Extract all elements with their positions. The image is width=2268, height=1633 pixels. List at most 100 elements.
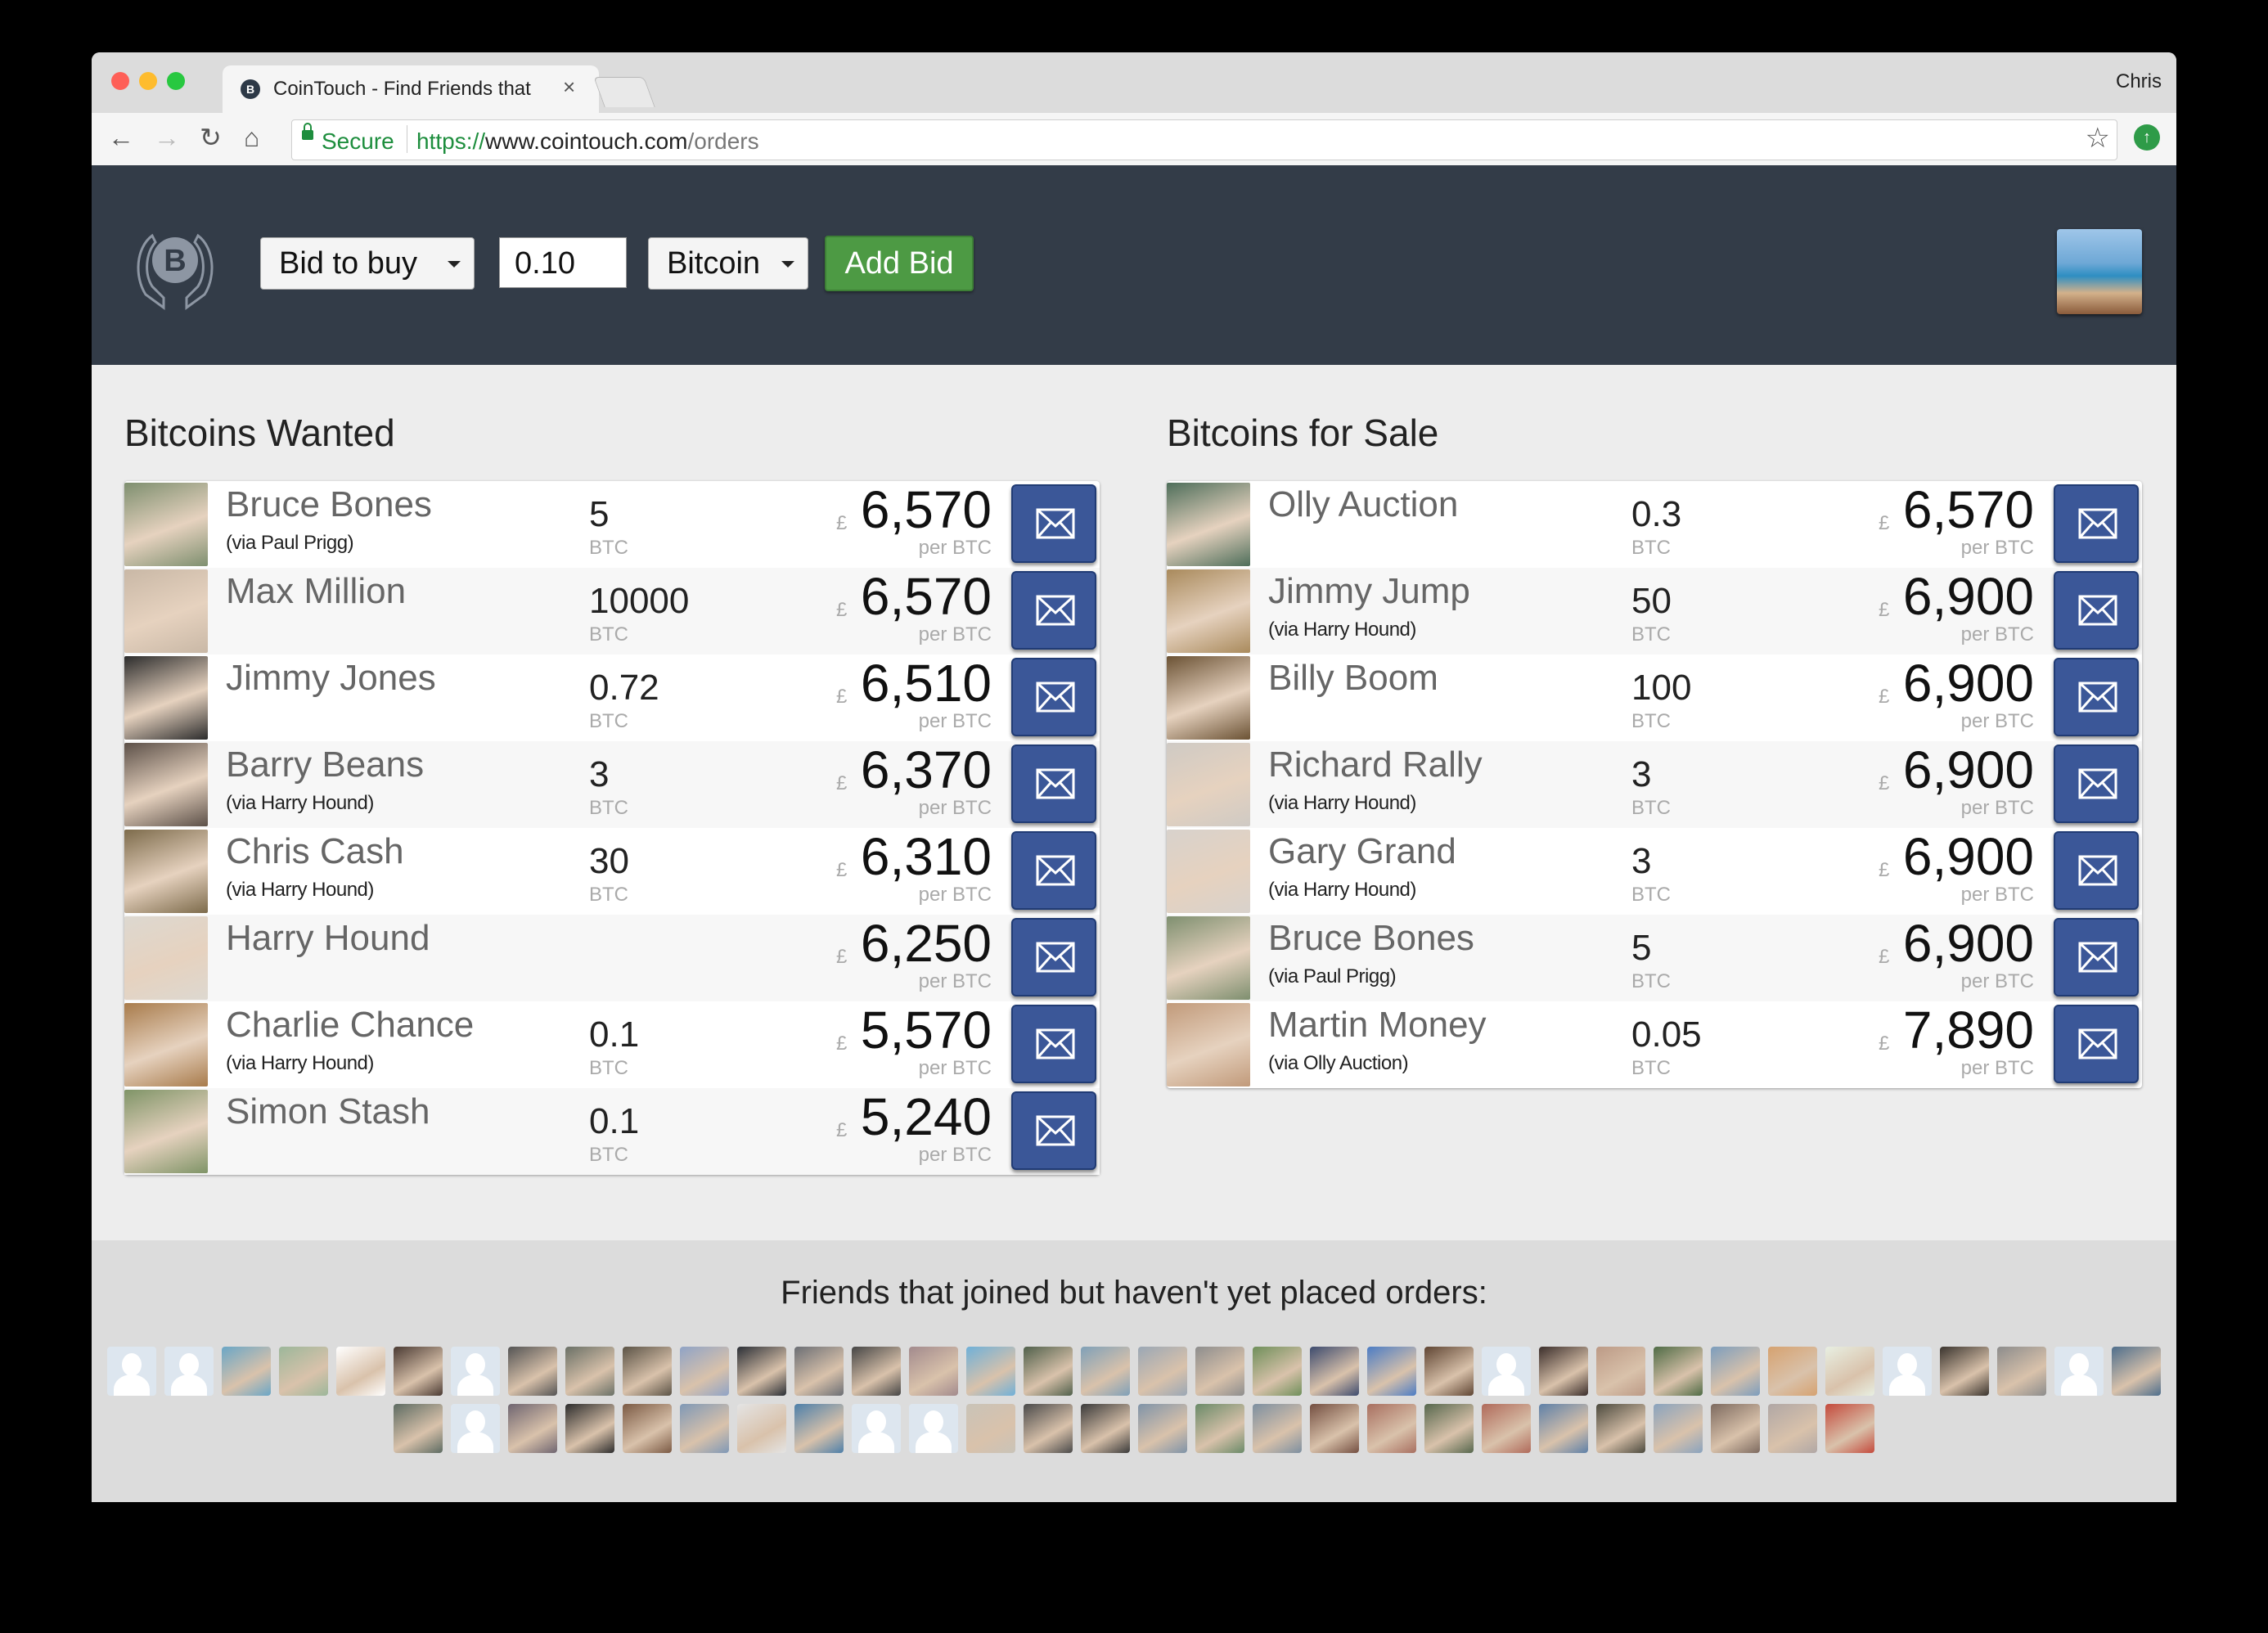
message-button[interactable] [2054,484,2139,563]
friend-avatar[interactable] [1711,1347,1760,1396]
friend-avatar[interactable] [1539,1347,1588,1396]
message-button[interactable] [2054,1005,2139,1083]
user-photo[interactable] [124,656,208,740]
message-button[interactable] [2054,918,2139,996]
friend-avatar[interactable] [966,1347,1015,1396]
message-button[interactable] [1011,658,1096,736]
friend-avatar[interactable] [1482,1347,1531,1396]
user-photo[interactable] [1167,916,1250,1000]
address-bar[interactable]: Secure https://www.cointouch.com/orders … [291,119,2117,160]
friend-avatar[interactable] [1654,1404,1703,1453]
window-maximize-button[interactable] [167,72,185,90]
user-photo[interactable] [124,830,208,913]
user-photo[interactable] [1167,830,1250,913]
forward-arrow-icon[interactable]: → [154,123,180,152]
friend-avatar[interactable] [451,1404,500,1453]
profile-name[interactable]: Chris [2116,70,2162,93]
friend-avatar[interactable] [1654,1347,1703,1396]
friend-avatar[interactable] [909,1404,958,1453]
message-button[interactable] [2054,745,2139,823]
message-button[interactable] [1011,918,1096,996]
friend-avatar[interactable] [1310,1347,1359,1396]
friend-avatar[interactable] [1768,1347,1817,1396]
friend-avatar[interactable] [2112,1347,2161,1396]
home-icon[interactable]: ⌂ [244,123,259,152]
friend-avatar[interactable] [508,1347,557,1396]
user-photo[interactable] [124,569,208,653]
extension-icon[interactable]: ↑ [2134,124,2160,151]
trader-name[interactable]: Jimmy Jones [226,658,436,699]
user-photo[interactable] [124,743,208,826]
friend-avatar[interactable] [623,1404,672,1453]
url-text[interactable]: https://www.cointouch.com/orders [416,128,759,155]
bid-type-select[interactable]: Bid to buy [260,237,475,290]
user-photo[interactable] [124,1003,208,1086]
trader-name[interactable]: Bruce Bones [1268,918,1474,959]
friend-avatar[interactable] [451,1347,500,1396]
trader-name[interactable]: Charlie Chance [226,1005,474,1046]
trader-name[interactable]: Chris Cash [226,831,404,872]
friend-avatar[interactable] [1596,1404,1645,1453]
bookmark-star-icon[interactable]: ☆ [2086,122,2110,155]
friend-avatar[interactable] [1482,1404,1531,1453]
amount-input[interactable]: 0.10 [499,237,627,288]
browser-tab[interactable]: B CoinTouch - Find Friends that × [223,65,599,113]
friend-avatar[interactable] [1883,1347,1932,1396]
friend-avatar[interactable] [737,1404,786,1453]
friend-avatar[interactable] [222,1347,271,1396]
trader-name[interactable]: Gary Grand [1268,831,1456,872]
friend-avatar[interactable] [1195,1347,1244,1396]
message-button[interactable] [1011,571,1096,650]
message-button[interactable] [1011,745,1096,823]
message-button[interactable] [2054,571,2139,650]
friend-avatar[interactable] [508,1404,557,1453]
trader-name[interactable]: Richard Rally [1268,745,1483,785]
trader-name[interactable]: Olly Auction [1268,484,1458,525]
message-button[interactable] [1011,831,1096,910]
user-photo[interactable] [1167,743,1250,826]
friend-avatar[interactable] [1768,1404,1817,1453]
friend-avatar[interactable] [680,1404,729,1453]
friend-avatar[interactable] [107,1347,156,1396]
friend-avatar[interactable] [1997,1347,2046,1396]
new-tab-button[interactable] [593,77,655,107]
friend-avatar[interactable] [794,1347,844,1396]
friend-avatar[interactable] [1367,1347,1416,1396]
friend-avatar[interactable] [565,1404,614,1453]
trader-name[interactable]: Harry Hound [226,918,430,959]
trader-name[interactable]: Barry Beans [226,745,424,785]
add-bid-button[interactable]: Add Bid [825,236,974,291]
friend-avatar[interactable] [680,1347,729,1396]
friend-avatar[interactable] [852,1347,901,1396]
friend-avatar[interactable] [1711,1404,1760,1453]
trader-name[interactable]: Simon Stash [226,1091,430,1132]
friend-avatar[interactable] [1825,1347,1874,1396]
friend-avatar[interactable] [565,1347,614,1396]
user-avatar[interactable] [2057,229,2142,314]
reload-icon[interactable]: ↻ [200,123,222,152]
user-photo[interactable] [124,916,208,1000]
friend-avatar[interactable] [966,1404,1015,1453]
friend-avatar[interactable] [1253,1347,1302,1396]
window-close-button[interactable] [111,72,129,90]
friend-avatar[interactable] [1253,1404,1302,1453]
trader-name[interactable]: Billy Boom [1268,658,1438,699]
back-arrow-icon[interactable]: ← [108,123,134,152]
friend-avatar[interactable] [2054,1347,2104,1396]
friend-avatar[interactable] [1940,1347,1989,1396]
friend-avatar[interactable] [1596,1347,1645,1396]
trader-name[interactable]: Max Million [226,571,406,612]
trader-name[interactable]: Bruce Bones [226,484,432,525]
friend-avatar[interactable] [1825,1404,1874,1453]
friend-avatar[interactable] [1424,1347,1474,1396]
friend-avatar[interactable] [336,1347,385,1396]
friend-avatar[interactable] [1081,1404,1130,1453]
trader-name[interactable]: Jimmy Jump [1268,571,1470,612]
friend-avatar[interactable] [1024,1347,1073,1396]
window-minimize-button[interactable] [139,72,157,90]
user-photo[interactable] [124,483,208,566]
user-photo[interactable] [1167,1003,1250,1086]
friend-avatar[interactable] [1310,1404,1359,1453]
friend-avatar[interactable] [164,1347,214,1396]
trader-name[interactable]: Martin Money [1268,1005,1487,1046]
